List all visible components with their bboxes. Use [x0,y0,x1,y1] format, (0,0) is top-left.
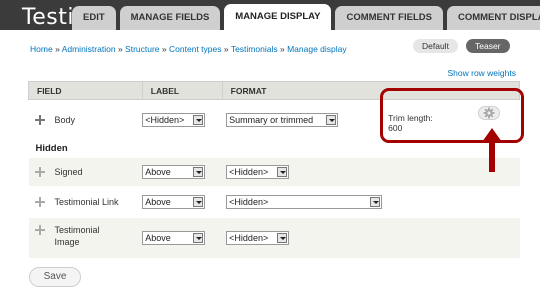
drag-handle-icon[interactable] [34,224,45,235]
breadcrumb-home[interactable]: Home [30,44,53,54]
table-row-testimonial-image: Testimonial Image Above <Hidden> [28,217,520,258]
breadcrumb-testimonials[interactable]: Testimonials [231,44,278,54]
field-name: Testimonial Link [54,196,119,207]
column-header-label: LABEL [141,81,223,100]
column-header-field: FIELD [28,81,143,100]
chevron-down-icon [370,196,381,207]
breadcrumb-separator: » [161,44,167,54]
format-select[interactable]: <Hidden> [226,194,383,209]
breadcrumb-manage-display[interactable]: Manage display [287,44,347,54]
format-select-value: <Hidden> [229,232,269,243]
tab-edit[interactable]: EDIT [72,6,116,30]
chevron-down-icon [193,232,204,243]
chevron-down-icon [193,166,204,177]
label-select-value: Above [145,166,171,177]
show-row-weights-link[interactable]: Show row weights [447,68,516,78]
breadcrumb-structure[interactable]: Structure [125,44,160,54]
drag-handle-icon[interactable] [34,166,45,177]
content-panel: Home » Administration » Structure » Cont… [18,30,530,299]
breadcrumb-separator: » [279,44,285,54]
drag-handle-icon[interactable] [34,114,45,125]
tab-comment-display[interactable]: COMMENT DISPLAY [446,6,540,30]
label-select-value: Above [145,232,171,243]
breadcrumb-administration[interactable]: Administration [62,44,116,54]
label-select[interactable]: Above [142,194,206,209]
format-select-value: <Hidden> [229,166,269,177]
label-select[interactable]: <Hidden> [142,112,206,127]
arrow-up-icon [482,128,502,172]
chevron-down-icon [277,166,288,177]
save-button[interactable]: Save [29,267,81,287]
breadcrumb-separator: » [223,44,229,54]
breadcrumb-separator: » [117,44,123,54]
field-name: Body [54,114,76,125]
table-row-signed: Signed Above <Hidden> [28,157,520,186]
format-select[interactable]: Summary or trimmed [226,112,339,127]
label-select[interactable]: Above [142,164,206,179]
label-select[interactable]: Above [142,230,206,245]
breadcrumb-separator: » [55,44,60,54]
chevron-down-icon [193,196,204,207]
table-row-testimonial-link: Testimonial Link Above <Hidden> [28,185,520,218]
field-name: Signed [54,166,83,177]
drag-handle-icon[interactable] [34,196,45,207]
view-mode-teaser-button[interactable]: Teaser [466,39,510,53]
chevron-down-icon [326,114,337,125]
label-select-value: <Hidden> [145,114,185,125]
field-name: Testimonial Image [54,224,100,247]
tab-comment-fields[interactable]: COMMENT FIELDS [335,6,443,30]
tab-manage-display[interactable]: MANAGE DISPLAY [224,4,332,30]
view-mode-default-button[interactable]: Default [413,39,458,53]
tab-manage-fields[interactable]: MANAGE FIELDS [119,6,221,30]
format-select-value: Summary or trimmed [229,114,314,125]
breadcrumb-content-types[interactable]: Content types [169,44,221,54]
label-select-value: Above [145,196,171,207]
format-select[interactable]: <Hidden> [226,164,290,179]
chevron-down-icon [193,114,204,125]
breadcrumb: Home » Administration » Structure » Cont… [30,44,347,54]
chevron-down-icon [277,232,288,243]
format-select-value: <Hidden> [229,196,269,207]
primary-tabs: EDIT MANAGE FIELDS MANAGE DISPLAY COMMEN… [72,4,540,30]
format-select[interactable]: <Hidden> [226,230,290,245]
